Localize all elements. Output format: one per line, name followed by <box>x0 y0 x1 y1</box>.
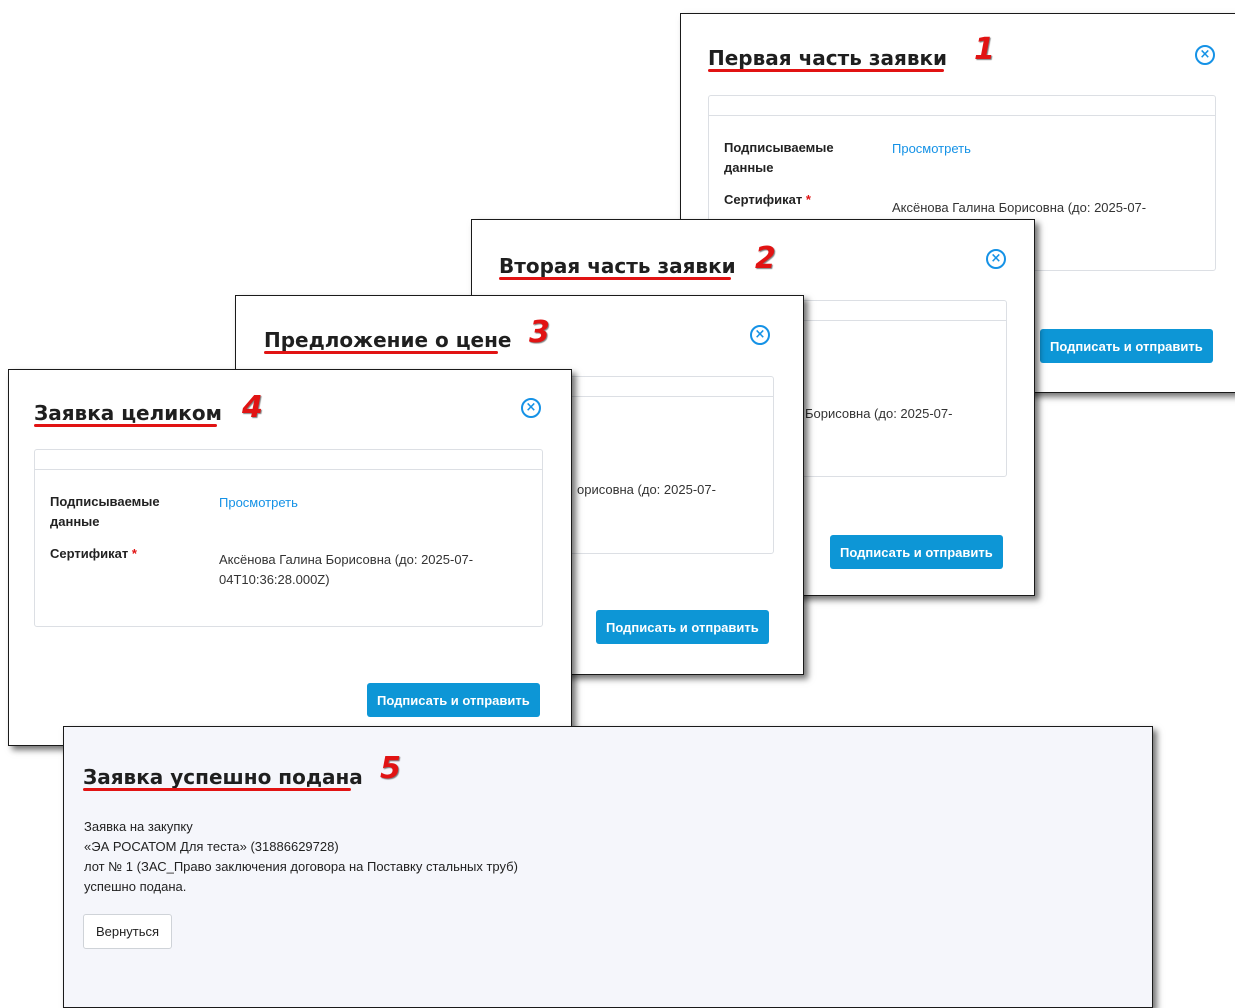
annotation-number: 5 <box>380 751 401 786</box>
certificate-value-line: 04T10:36:28.000Z) <box>219 572 330 587</box>
message-line: лот № 1 (ЗАС_Право заключения договора н… <box>84 859 518 874</box>
title-underline <box>264 351 498 354</box>
close-icon[interactable]: × <box>750 325 770 345</box>
success-panel: Заявка успешно подана 5 Заявка на закупк… <box>63 726 1153 1008</box>
view-link[interactable]: Просмотреть <box>219 495 298 510</box>
title-underline <box>708 69 944 72</box>
close-icon[interactable]: × <box>521 398 541 418</box>
certificate-label: Сертификат * <box>724 190 811 210</box>
success-title: Заявка успешно подана <box>83 765 363 789</box>
sign-and-send-button[interactable]: Подписать и отправить <box>830 535 1003 569</box>
dialog-title: Предложение о цене <box>264 328 512 352</box>
certificate-label: Сертификат * <box>50 544 137 564</box>
signed-data-label: Подписываемые данные <box>50 494 160 529</box>
certificate-value[interactable]: Аксёнова Галина Борисовна (до: 2025-07- <box>892 198 1146 218</box>
close-icon[interactable]: × <box>1195 45 1215 65</box>
message-line: «ЭА РОСАТОМ Для теста» (31886629728) <box>84 839 339 854</box>
panel-header <box>709 96 1215 116</box>
message-line: успешно подана. <box>84 879 187 894</box>
certificate-label-text: Сертификат <box>724 192 803 207</box>
annotation-number: 3 <box>529 315 550 350</box>
annotation-number: 1 <box>974 32 995 67</box>
sign-and-send-button[interactable]: Подписать и отправить <box>367 683 540 717</box>
signed-data-label: Подписываемые данные <box>724 140 834 175</box>
back-button[interactable]: Вернуться <box>83 914 173 949</box>
message-line: Заявка на закупку <box>84 819 193 834</box>
dialog-title: Заявка целиком <box>34 401 222 425</box>
panel-header <box>35 450 542 470</box>
certificate-value[interactable]: орисовна (до: 2025-07- <box>577 480 716 500</box>
annotation-number: 2 <box>755 241 776 276</box>
required-mark: * <box>131 546 137 561</box>
dialog-title: Вторая часть заявки <box>499 254 736 278</box>
title-underline <box>499 277 731 280</box>
title-underline <box>83 788 351 791</box>
close-icon[interactable]: × <box>986 249 1006 269</box>
dialog-full-application: Заявка целиком 4 × Подписываемые данные … <box>8 369 572 746</box>
sign-and-send-button[interactable]: Подписать и отправить <box>596 610 769 644</box>
required-mark: * <box>805 192 811 207</box>
success-message: Заявка на закупку «ЭА РОСАТОМ Для теста»… <box>84 817 518 897</box>
annotation-number: 4 <box>242 390 263 425</box>
signing-panel: Подписываемые данные Просмотреть Сертифи… <box>34 449 543 627</box>
title-underline <box>34 424 217 427</box>
certificate-value[interactable]: Аксёнова Галина Борисовна (до: 2025-07- … <box>219 550 473 590</box>
view-link[interactable]: Просмотреть <box>892 141 971 156</box>
sign-and-send-button[interactable]: Подписать и отправить <box>1040 329 1213 363</box>
certificate-value[interactable]: Борисовна (до: 2025-07- <box>805 404 952 424</box>
certificate-label-text: Сертификат <box>50 546 129 561</box>
certificate-value-line: Аксёнова Галина Борисовна (до: 2025-07- <box>219 552 474 567</box>
dialog-title: Первая часть заявки <box>708 46 948 70</box>
